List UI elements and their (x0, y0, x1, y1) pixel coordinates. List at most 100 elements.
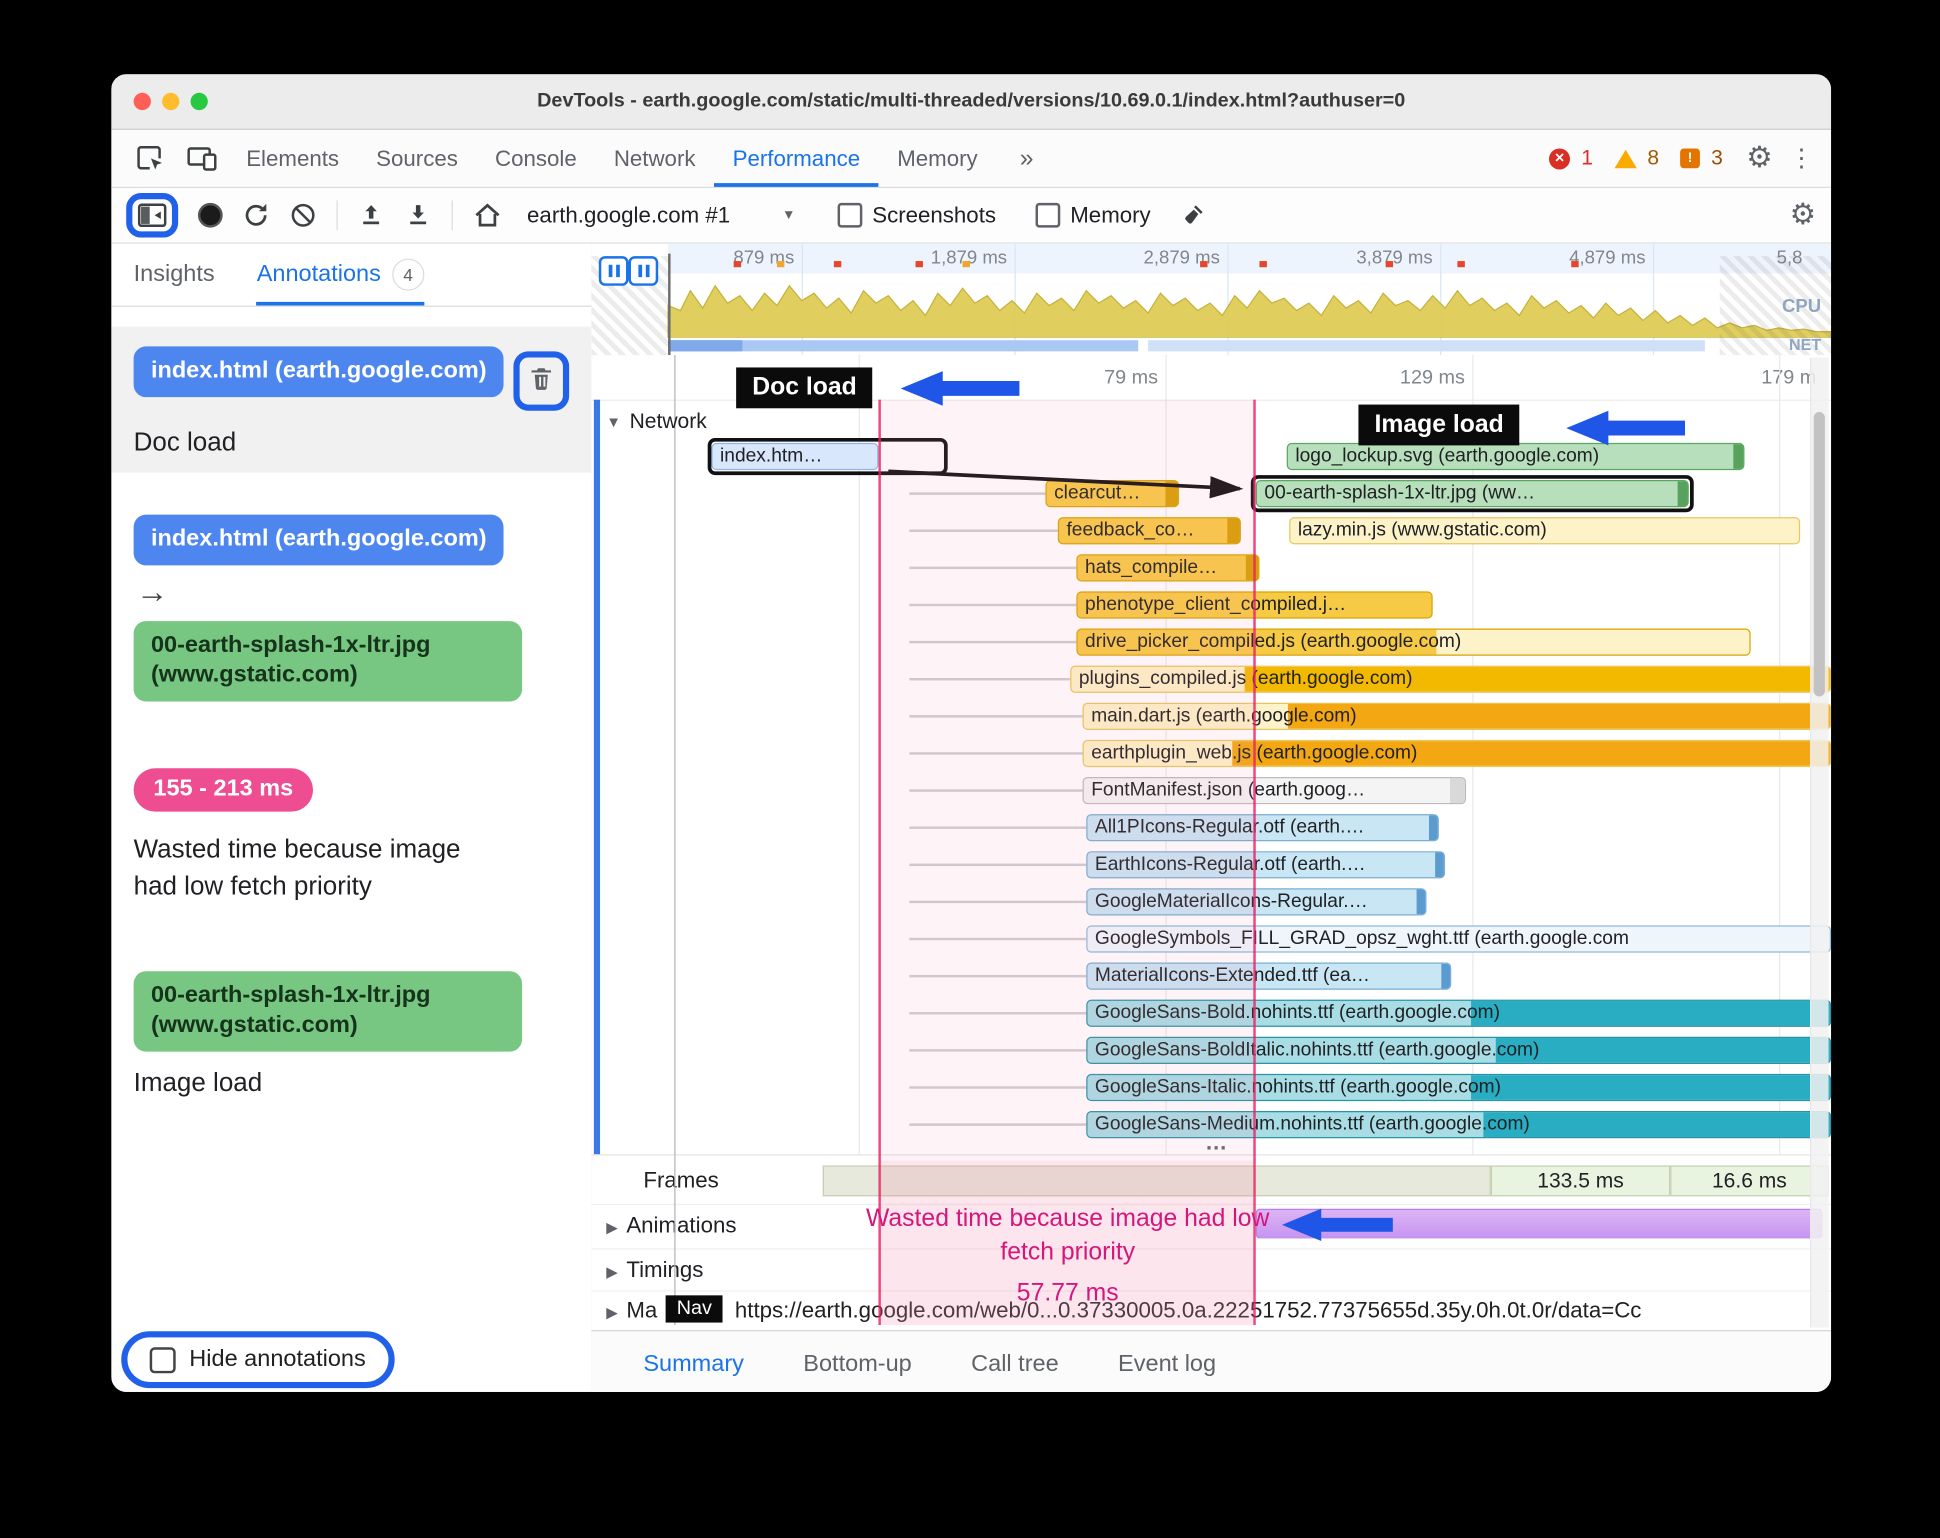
network-request-bar[interactable]: GoogleSymbols_FILL_GRAD_opsz_wght.ttf (e… (1086, 925, 1832, 953)
settings-gear-icon[interactable]: ⚙ (1746, 143, 1773, 174)
tab-network[interactable]: Network (595, 130, 714, 187)
reload-and-record-icon[interactable] (242, 202, 269, 229)
screenshots-checkbox[interactable] (837, 202, 863, 228)
network-request-bar[interactable]: clearcut… (1045, 480, 1180, 508)
minimize-window-button[interactable] (162, 92, 180, 111)
error-icon[interactable]: ✕ (1549, 147, 1571, 169)
timings-track[interactable]: ▶ Timings (591, 1248, 1832, 1290)
breadcrumb-zoom-button[interactable] (598, 256, 629, 286)
entry-chip-document[interactable]: index.html (earth.google.com) (133, 346, 504, 397)
network-request-bar[interactable]: hats_compile… (1076, 554, 1260, 582)
toggle-sidebar-icon[interactable] (137, 202, 167, 229)
network-request-bar[interactable]: feedback_co… (1057, 517, 1241, 545)
frames-track[interactable]: Frames 133.5 ms 16.6 ms (591, 1154, 1832, 1206)
annotation-item-doc-load[interactable]: index.html (earth.google.com) Doc load (111, 326, 592, 473)
frame-segment[interactable] (822, 1165, 1491, 1197)
screenshots-checkbox-group[interactable]: Screenshots (837, 202, 996, 228)
minimap-selection-handle[interactable] (668, 253, 671, 356)
record-button[interactable] (197, 202, 223, 228)
network-request-bar[interactable]: phenotype_client_compiled.j… (1076, 591, 1433, 619)
download-profile-icon[interactable] (405, 202, 432, 229)
network-request-bar[interactable]: plugins_compiled.js (earth.google.com) (1070, 665, 1832, 693)
network-request-bar[interactable]: earthplugin_web.js (earth.google.com) (1082, 739, 1832, 768)
home-icon[interactable] (473, 202, 503, 229)
request-label: All1PIcons-Regular.otf (earth.… (1094, 816, 1365, 838)
network-request-bar[interactable]: GoogleMaterialIcons-Regular.… (1086, 888, 1427, 916)
clear-recording-icon[interactable] (290, 202, 317, 229)
network-request-bar[interactable]: EarthIcons-Regular.otf (earth.… (1086, 851, 1446, 879)
maximize-window-button[interactable] (190, 92, 208, 111)
tab-performance[interactable]: Performance (714, 130, 879, 187)
viewport: DevTools - earth.google.com/static/multi… (0, 0, 1940, 1538)
request-queue-line (909, 640, 1077, 644)
cpu-track-label: CPU (1781, 295, 1822, 317)
tab-memory[interactable]: Memory (879, 130, 997, 187)
request-queue-line (909, 826, 1087, 829)
frame-segment[interactable]: 133.5 ms (1490, 1165, 1671, 1197)
request-queue-line (909, 1086, 1087, 1089)
entry-chip-image[interactable]: 00-earth-splash-1x-ltr.jpg (www.gstatic.… (133, 970, 523, 1052)
network-request-bar[interactable]: MaterialIcons-Extended.ttf (ea… (1086, 962, 1452, 990)
capture-settings-gear-icon[interactable]: ⚙ (1790, 200, 1817, 230)
request-bar-segment (1471, 1000, 1830, 1026)
time-range-chip[interactable]: 155 - 213 ms (133, 768, 314, 812)
network-request-bar[interactable]: drive_picker_compiled.js (earth.google.c… (1076, 628, 1751, 656)
image-load-pointer-arrow-icon (1566, 410, 1686, 446)
frame-segment[interactable]: 16.6 ms (1670, 1165, 1829, 1197)
chevron-right-icon[interactable]: ▶ (606, 1219, 617, 1236)
network-request-bar[interactable]: GoogleSans-BoldItalic.nohints.ttf (earth… (1086, 1036, 1832, 1064)
window-titlebar: DevTools - earth.google.com/static/multi… (111, 74, 1832, 130)
animations-title: Animations (626, 1212, 737, 1238)
target-dropdown-caret-icon[interactable]: ▼ (782, 208, 795, 223)
hide-annotations-checkbox[interactable] (149, 1346, 176, 1373)
tab-insights[interactable]: Insights (134, 244, 215, 306)
network-request-bar[interactable]: index.htm… (711, 442, 879, 471)
upload-profile-icon[interactable] (358, 202, 385, 229)
chevron-right-icon[interactable]: ▶ (606, 1304, 617, 1321)
entry-chip-document[interactable]: index.html (earth.google.com) (133, 514, 504, 566)
close-window-button[interactable] (133, 92, 151, 111)
garbage-collect-icon[interactable] (1178, 202, 1208, 229)
network-request-bar[interactable]: 00-earth-splash-1x-ltr.jpg (ww… (1255, 480, 1689, 508)
network-request-bar[interactable]: FontManifest.json (earth.goog… (1082, 776, 1467, 805)
nav-url-text: https://earth.google.com/web/0...0.37330… (734, 1297, 1642, 1323)
vertical-scrollbar[interactable] (1810, 357, 1829, 1328)
minimap-network-band (1148, 340, 1705, 352)
request-queue-line (909, 974, 1087, 978)
annotation-item-image-load[interactable]: 00-earth-splash-1x-ltr.jpg (www.gstatic.… (111, 970, 591, 1099)
minimap-event-mark (1457, 261, 1465, 268)
tab-bottom-up[interactable]: Bottom-up (779, 1331, 937, 1392)
network-request-bar[interactable]: logo_lockup.svg (earth.google.com) (1286, 442, 1745, 471)
chevron-right-icon[interactable]: ▶ (606, 1263, 617, 1280)
network-request-bar[interactable]: GoogleSans-Medium.nohints.ttf (earth.goo… (1086, 1111, 1832, 1139)
annotation-item-time-range[interactable]: 155 - 213 ms Wasted time because image h… (111, 768, 591, 906)
tab-console[interactable]: Console (476, 130, 595, 187)
more-tabs-icon[interactable]: » (1001, 130, 1052, 187)
tab-annotations[interactable]: Annotations 4 (257, 244, 425, 306)
tab-event-log[interactable]: Event log (1093, 1331, 1241, 1392)
entry-chip-image[interactable]: 00-earth-splash-1x-ltr.jpg (www.gstatic.… (133, 620, 523, 702)
tab-sources[interactable]: Sources (358, 130, 477, 187)
tab-elements[interactable]: Elements (228, 130, 358, 187)
memory-checkbox[interactable] (1035, 202, 1061, 228)
scrollbar-thumb[interactable] (1813, 411, 1825, 697)
network-request-bar[interactable]: GoogleSans-Italic.nohints.ttf (earth.goo… (1086, 1073, 1832, 1102)
breadcrumb-zoom-button[interactable] (628, 256, 659, 286)
request-label: GoogleSans-BoldItalic.nohints.ttf (earth… (1094, 1039, 1540, 1061)
target-selector[interactable]: earth.google.com #1 (527, 202, 730, 228)
memory-checkbox-group[interactable]: Memory (1035, 202, 1151, 228)
network-request-bar[interactable]: All1PIcons-Regular.otf (earth.… (1086, 814, 1439, 842)
network-request-bar[interactable]: GoogleSans-Bold.nohints.ttf (earth.googl… (1086, 999, 1832, 1027)
timeline-minimap[interactable]: 879 ms 1,879 ms 2,879 ms 3,879 ms 4,879 … (591, 243, 1832, 357)
inspect-element-icon[interactable] (124, 130, 176, 187)
warning-icon[interactable] (1613, 149, 1637, 168)
tab-summary[interactable]: Summary (619, 1331, 769, 1392)
trash-icon[interactable] (528, 368, 554, 397)
network-request-bar[interactable]: lazy.min.js (www.gstatic.com) (1289, 517, 1801, 545)
annotation-item-link[interactable]: index.html (earth.google.com) → 00-earth… (111, 514, 591, 702)
tab-call-tree[interactable]: Call tree (946, 1331, 1083, 1392)
kebab-menu-icon[interactable]: ⋮ (1789, 146, 1814, 171)
issues-icon[interactable]: ! (1680, 148, 1700, 169)
device-toolbar-icon[interactable] (176, 130, 228, 187)
network-request-bar[interactable]: main.dart.js (earth.google.com) (1082, 702, 1832, 730)
